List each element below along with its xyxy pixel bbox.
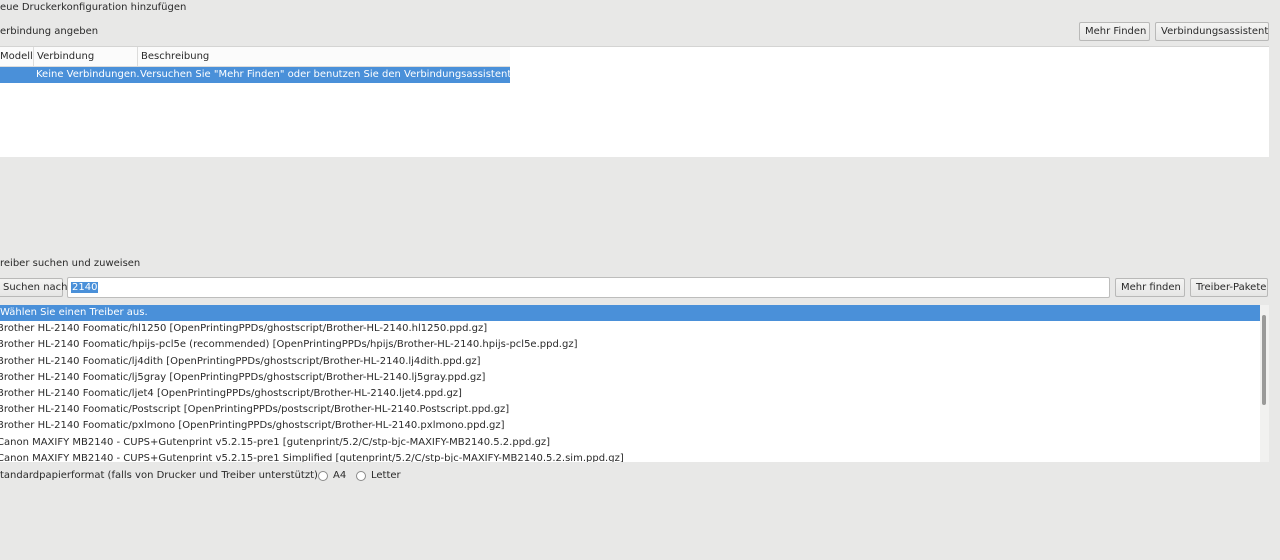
column-header-description[interactable]: Beschreibung: [138, 47, 510, 66]
driver-list-item[interactable]: Canon MAXIFY MB2140 - CUPS+Gutenprint v5…: [0, 451, 1269, 462]
driver-search-input[interactable]: 2140: [67, 277, 1110, 298]
driver-list-item[interactable]: Brother HL-2140 Foomatic/Postscript [Ope…: [0, 402, 1269, 418]
window-title: eue Druckerkonfiguration hinzufügen: [0, 2, 187, 13]
driver-list-item[interactable]: Brother HL-2140 Foomatic/hl1250 [OpenPri…: [0, 321, 1269, 337]
radio-a4[interactable]: [318, 471, 328, 481]
driver-list-scrollbar[interactable]: [1260, 305, 1269, 462]
scrollbar-thumb[interactable]: [1262, 315, 1266, 405]
search-by-button[interactable]: Suchen nach: [0, 278, 68, 297]
driver-list-item[interactable]: Brother HL-2140 Foomatic/lj5gray [OpenPr…: [0, 370, 1269, 386]
column-header-model[interactable]: Modell: [0, 47, 34, 66]
description-cell: Versuchen Sie "Mehr Finden" oder benutze…: [140, 69, 527, 80]
connection-table[interactable]: Modell Verbindung Beschreibung Keine Ver…: [0, 46, 1269, 157]
connection-table-header: Modell Verbindung Beschreibung: [0, 47, 510, 67]
connection-cell: Keine Verbindungen.: [36, 69, 140, 80]
find-more-drivers-button[interactable]: Mehr finden: [1115, 278, 1185, 297]
driver-section-label: reiber suchen und zuweisen: [0, 258, 141, 269]
radio-letter-label: Letter: [371, 470, 401, 481]
driver-list[interactable]: Wählen Sie einen Treiber aus. Brother HL…: [0, 305, 1269, 462]
connection-row[interactable]: Keine Verbindungen. Versuchen Sie "Mehr …: [0, 67, 527, 83]
find-more-connections-button[interactable]: Mehr Finden: [1079, 22, 1150, 41]
search-input-value: 2140: [71, 282, 99, 293]
connection-section-label: erbindung angeben: [0, 26, 99, 37]
driver-list-item[interactable]: Brother HL-2140 Foomatic/lj4dith [OpenPr…: [0, 354, 1269, 370]
driver-list-item[interactable]: Brother HL-2140 Foomatic/ljet4 [OpenPrin…: [0, 386, 1269, 402]
driver-list-item[interactable]: Brother HL-2140 Foomatic/pxlmono [OpenPr…: [0, 418, 1269, 434]
paper-format-label: tandardpapierformat (falls von Drucker u…: [0, 470, 318, 481]
radio-letter[interactable]: [356, 471, 366, 481]
radio-a4-label: A4: [333, 470, 347, 481]
driver-list-item[interactable]: Wählen Sie einen Treiber aus.: [0, 305, 1262, 322]
connection-wizard-button[interactable]: Verbindungsassistent: [1155, 22, 1269, 41]
driver-list-item[interactable]: Canon MAXIFY MB2140 - CUPS+Gutenprint v5…: [0, 435, 1269, 451]
driver-list-item[interactable]: Brother HL-2140 Foomatic/hpijs-pcl5e (re…: [0, 337, 1269, 353]
column-header-connection[interactable]: Verbindung: [34, 47, 138, 66]
driver-packages-button[interactable]: Treiber-Pakete: [1190, 278, 1268, 297]
